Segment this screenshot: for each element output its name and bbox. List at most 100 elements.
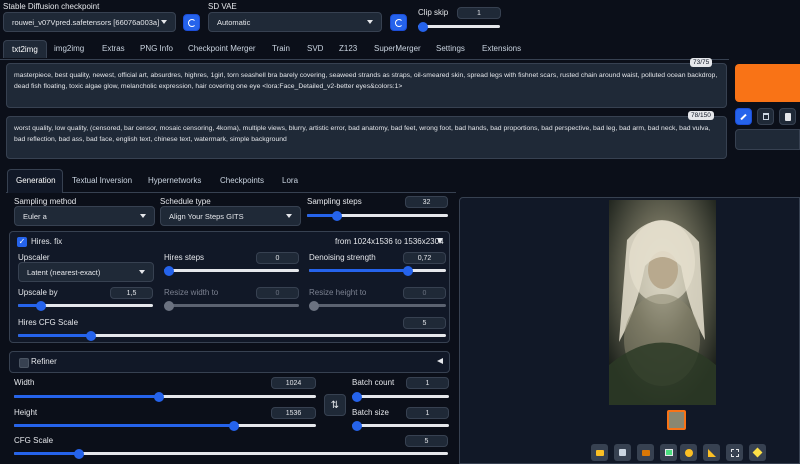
swap-dimensions-button[interactable]: ⇅ xyxy=(324,394,346,416)
hires-fix-info: from 1024x1536 to 1536x2304 xyxy=(335,237,444,246)
resize-width-label: Resize width to xyxy=(164,288,219,297)
cfg-scale-label: CFG Scale xyxy=(14,436,54,445)
cfg-scale-input[interactable]: 5 xyxy=(405,435,448,447)
clip-skip-input[interactable]: 1 xyxy=(457,7,501,19)
batch-size-slider[interactable] xyxy=(352,420,449,431)
upscaler-select[interactable]: Latent (nearest-exact) xyxy=(18,262,154,282)
upscaler-value: Latent (nearest-exact) xyxy=(27,267,101,277)
sampling-method-value: Euler a xyxy=(23,211,47,221)
clear-prompt-button[interactable] xyxy=(757,108,774,125)
subtab-generation[interactable]: Generation xyxy=(16,176,56,185)
refiner-label: Refiner xyxy=(31,357,57,366)
tab-checkpoint-merger[interactable]: Checkpoint Merger xyxy=(188,44,256,53)
denoising-strength-slider[interactable] xyxy=(309,265,446,276)
sparkle-button[interactable] xyxy=(749,444,766,461)
tab-extras[interactable]: Extras xyxy=(102,44,125,53)
save-icon xyxy=(619,449,626,456)
generated-image[interactable] xyxy=(609,200,716,405)
tab-settings[interactable]: Settings xyxy=(436,44,465,53)
zip-button[interactable] xyxy=(637,444,654,461)
expand-icon[interactable] xyxy=(437,358,443,364)
chevron-down-icon xyxy=(161,20,167,24)
tab-z123[interactable]: Z123 xyxy=(339,44,357,53)
subtab-textual-inversion[interactable]: Textual Inversion xyxy=(72,176,132,185)
width-input[interactable]: 1024 xyxy=(271,377,316,389)
resize-width-input[interactable]: 0 xyxy=(256,287,299,299)
save-button[interactable] xyxy=(614,444,631,461)
sampling-steps-label: Sampling steps xyxy=(307,197,362,206)
batch-count-input[interactable]: 1 xyxy=(406,377,449,389)
gallery-thumbnail[interactable] xyxy=(667,410,686,430)
negative-prompt[interactable]: worst quality, low quality, (censored, b… xyxy=(6,116,727,159)
upscale-by-input[interactable]: 1,5 xyxy=(110,287,153,299)
tab-txt2img[interactable]: txt2img xyxy=(3,40,47,58)
resize-width-slider[interactable] xyxy=(164,300,299,311)
height-label: Height xyxy=(14,408,38,417)
hires-button[interactable] xyxy=(726,444,743,461)
cfg-scale-slider[interactable] xyxy=(14,448,448,459)
image-icon xyxy=(664,449,673,456)
hires-cfg-label: Hires CFG Scale xyxy=(18,318,79,327)
hires-cfg-input[interactable]: 5 xyxy=(403,317,446,329)
trash-icon xyxy=(762,113,769,120)
tab-supermerger[interactable]: SuperMerger xyxy=(374,44,421,53)
pencil-icon xyxy=(740,113,747,120)
apply-styles-button[interactable] xyxy=(735,108,752,125)
open-folder-button[interactable] xyxy=(591,444,608,461)
checkpoint-select[interactable]: rouwei_v07Vpred.safetensors [66076a003a] xyxy=(3,12,176,32)
sampling-steps-input[interactable]: 32 xyxy=(405,196,448,208)
tab-train[interactable]: Train xyxy=(272,44,290,53)
refresh-checkpoint-button[interactable] xyxy=(183,14,200,31)
schedule-type-select[interactable]: Align Your Steps GITS xyxy=(160,206,301,226)
sampling-method-select[interactable]: Euler a xyxy=(14,206,155,226)
send-to-img2img-button[interactable] xyxy=(660,444,677,461)
subtab-lora[interactable]: Lora xyxy=(282,176,298,185)
subtab-hypernetworks[interactable]: Hypernetworks xyxy=(148,176,201,185)
denoising-strength-label: Denoising strength xyxy=(309,253,376,262)
batch-size-label: Batch size xyxy=(352,408,389,417)
tab-svd[interactable]: SVD xyxy=(307,44,323,53)
tab-extensions[interactable]: Extensions xyxy=(482,44,521,53)
sampling-steps-slider[interactable] xyxy=(307,210,448,221)
schedule-type-label: Schedule type xyxy=(160,197,211,206)
generate-button[interactable] xyxy=(735,64,800,102)
hires-fix-checkbox[interactable]: ✓ xyxy=(17,237,27,247)
batch-count-slider[interactable] xyxy=(352,391,449,402)
sampling-method-label: Sampling method xyxy=(14,197,77,206)
hires-cfg-slider[interactable] xyxy=(18,330,446,341)
clip-skip-slider[interactable] xyxy=(418,21,500,32)
width-label: Width xyxy=(14,378,35,387)
batch-count-label: Batch count xyxy=(352,378,395,387)
resize-height-input[interactable]: 0 xyxy=(403,287,446,299)
refresh-vae-button[interactable] xyxy=(390,14,407,31)
styles-dropdown[interactable] xyxy=(735,129,800,150)
vae-label: SD VAE xyxy=(208,2,237,11)
send-to-inpaint-button[interactable] xyxy=(680,444,697,461)
hires-steps-slider[interactable] xyxy=(164,265,299,276)
tab-img2img[interactable]: img2img xyxy=(54,44,84,53)
vae-value: Automatic xyxy=(217,17,251,27)
upscale-by-slider[interactable] xyxy=(18,300,153,311)
collapse-icon[interactable] xyxy=(437,238,443,244)
ruler-icon xyxy=(707,448,716,457)
height-input[interactable]: 1536 xyxy=(271,407,316,419)
clip-skip-label: Clip skip xyxy=(418,8,449,17)
height-slider[interactable] xyxy=(14,420,316,431)
denoising-strength-input[interactable]: 0,72 xyxy=(403,252,446,264)
send-to-extras-button[interactable] xyxy=(703,444,720,461)
positive-prompt[interactable]: masterpiece, best quality, newest, offic… xyxy=(6,63,727,108)
hires-fix-label: Hires. fix xyxy=(31,237,63,246)
refiner-checkbox[interactable] xyxy=(19,358,29,368)
refresh-icon xyxy=(187,18,196,27)
resize-height-slider[interactable] xyxy=(309,300,446,311)
tab-png-info[interactable]: PNG Info xyxy=(140,44,173,53)
clipboard-icon xyxy=(784,112,791,121)
batch-size-input[interactable]: 1 xyxy=(406,407,449,419)
hires-steps-input[interactable]: 0 xyxy=(256,252,299,264)
vae-select[interactable]: Automatic xyxy=(208,12,382,32)
paste-button[interactable] xyxy=(779,108,796,125)
refresh-icon xyxy=(394,18,403,27)
chevron-down-icon xyxy=(286,214,292,218)
width-slider[interactable] xyxy=(14,391,316,402)
subtab-checkpoints[interactable]: Checkpoints xyxy=(220,176,264,185)
